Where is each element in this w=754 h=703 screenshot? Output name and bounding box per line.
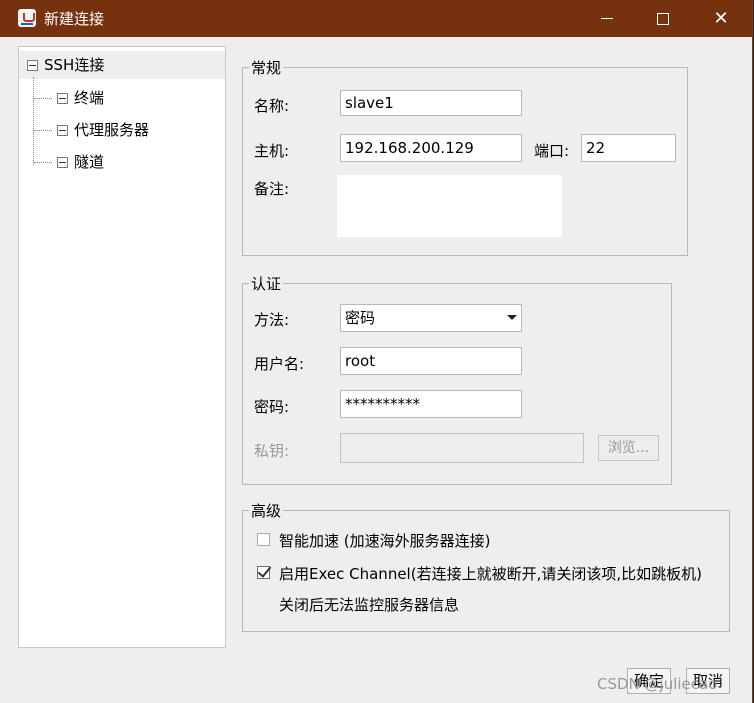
exec-channel-label: 启用Exec Channel(若连接上就被断开,请关闭该项,比如跳板机)	[279, 565, 702, 583]
password-label: 密码:	[254, 398, 290, 416]
name-label: 名称:	[254, 97, 290, 115]
minimize-button[interactable]	[584, 0, 630, 37]
private-key-label: 私钥:	[254, 442, 290, 460]
collapse-icon[interactable]	[57, 93, 68, 104]
tree-item-ssh-connection[interactable]: SSH连接	[19, 51, 225, 79]
smart-accel-checkbox[interactable]	[257, 533, 270, 546]
port-label: 端口:	[534, 142, 570, 160]
method-label: 方法:	[254, 311, 290, 329]
name-input[interactable]: slave1	[340, 90, 522, 116]
port-input[interactable]: 22	[581, 134, 676, 162]
general-legend: 常规	[251, 59, 282, 77]
title-bar[interactable]: 新建连接 ✕	[0, 0, 752, 37]
csdn-watermark: CSDN @juliecao	[597, 675, 718, 693]
exec-channel-note: 关闭后无法监控服务器信息	[279, 596, 460, 614]
advanced-legend: 高级	[251, 502, 282, 520]
tree-connector	[33, 77, 34, 165]
collapse-icon[interactable]	[57, 125, 68, 136]
tree-connector	[34, 130, 52, 131]
auth-method-value: 密码	[345, 309, 376, 327]
password-input[interactable]: **********	[340, 390, 522, 418]
collapse-icon[interactable]	[57, 157, 68, 168]
auth-legend: 认证	[251, 275, 282, 293]
browse-button[interactable]: 浏览...	[598, 435, 659, 461]
tree-item-proxy[interactable]: 代理服务器	[57, 116, 149, 144]
close-button[interactable]: ✕	[698, 0, 744, 37]
host-input[interactable]: 192.168.200.129	[340, 134, 522, 162]
dropdown-arrow-icon	[507, 315, 517, 320]
username-label: 用户名:	[254, 355, 305, 373]
collapse-icon[interactable]	[27, 60, 38, 71]
host-label: 主机:	[254, 142, 290, 160]
private-key-input[interactable]	[340, 433, 584, 463]
settings-tree: SSH连接 终端 代理服务器 隧道	[18, 46, 226, 648]
window-title: 新建连接	[44, 10, 105, 28]
username-input[interactable]: root	[340, 347, 522, 375]
new-connection-dialog: 新建连接 ✕ SSH连接 终端 代理服务器 隧道 常规 名称: slave1 主…	[0, 0, 753, 703]
tree-connector	[34, 98, 52, 99]
tree-item-tunnel[interactable]: 隧道	[57, 148, 104, 176]
auth-method-select[interactable]: 密码	[340, 304, 522, 332]
exec-channel-checkbox[interactable]	[257, 566, 270, 579]
tree-item-terminal[interactable]: 终端	[57, 84, 104, 112]
tree-connector	[34, 162, 52, 163]
java-cup-icon	[18, 9, 36, 27]
maximize-button[interactable]	[640, 0, 686, 37]
smart-accel-label: 智能加速 (加速海外服务器连接)	[279, 532, 491, 550]
note-label: 备注:	[254, 180, 290, 198]
note-textarea[interactable]	[337, 175, 562, 237]
